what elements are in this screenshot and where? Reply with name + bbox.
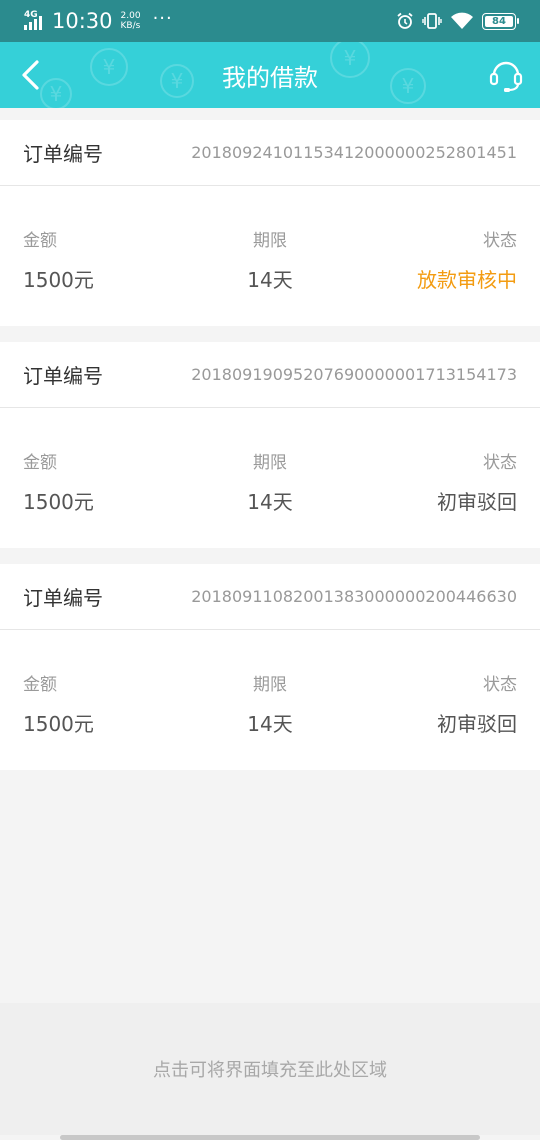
term-label: 期限 [253,675,287,695]
order-number: 20180924101153412000000252801451 [191,143,517,162]
order-details: 金额 1500元 期限 14天 状态 初审驳回 [0,630,540,770]
order-number-label: 订单编号 [23,364,103,388]
home-indicator[interactable] [60,1135,480,1140]
headset-icon [489,61,523,92]
amount-value: 1500元 [23,712,94,736]
amount-label: 金额 [23,453,57,473]
vibrate-icon [422,12,442,30]
order-details: 金额 1500元 期限 14天 状态 放款审核中 [0,186,540,326]
network-speed: 2.00 KB/s [121,11,141,31]
loan-card[interactable]: 订单编号 20180919095207690000001713154173 金额… [0,342,540,548]
speed-unit: KB/s [120,21,141,31]
status-value: 初审驳回 [437,712,517,736]
order-header: 订单编号 20180924101153412000000252801451 [0,120,540,186]
term-label: 期限 [253,231,287,251]
loan-card[interactable]: 订单编号 20180911082001383000000200446630 金额… [0,564,540,770]
signal-icon: 4G [24,10,46,30]
loan-list: 订单编号 20180924101153412000000252801451 金额… [0,120,540,786]
clock: 10:30 [52,9,113,33]
header: ¥ ¥ ¥ ¥ ¥ 我的借款 [0,42,540,108]
status-bar: 4G 10:30 2.00 KB/s ··· 84 [0,0,540,42]
status-label: 状态 [483,675,517,695]
status-label: 状态 [483,453,517,473]
page-title: 我的借款 [222,63,318,92]
order-header: 订单编号 20180911082001383000000200446630 [0,564,540,630]
amount-label: 金额 [23,675,57,695]
term-label: 期限 [253,453,287,473]
more-notifications-icon: ··· [152,7,173,29]
order-number: 20180911082001383000000200446630 [191,587,517,606]
amount-label: 金额 [23,231,57,251]
order-header: 订单编号 20180919095207690000001713154173 [0,342,540,408]
customer-service-button[interactable] [486,55,526,95]
status-value: 初审驳回 [437,490,517,514]
term-value: 14天 [247,268,293,292]
status-value: 放款审核中 [417,268,517,292]
amount-value: 1500元 [23,268,94,292]
battery-icon: 84 [482,12,519,30]
fill-screen-hint-text: 点击可将界面填充至此处区域 [153,1060,387,1081]
order-number-label: 订单编号 [23,142,103,166]
order-number: 20180919095207690000001713154173 [191,365,517,384]
amount-value: 1500元 [23,490,94,514]
loan-card[interactable]: 订单编号 20180924101153412000000252801451 金额… [0,120,540,326]
order-details: 金额 1500元 期限 14天 状态 初审驳回 [0,408,540,548]
term-value: 14天 [247,712,293,736]
fill-screen-hint[interactable]: 点击可将界面填充至此处区域 [0,1003,540,1135]
term-value: 14天 [247,490,293,514]
alarm-icon [396,12,414,30]
status-label: 状态 [483,231,517,251]
wifi-icon [450,12,474,30]
speed-value: 2.00 [120,11,141,21]
order-number-label: 订单编号 [23,586,103,610]
battery-level: 84 [485,15,513,27]
